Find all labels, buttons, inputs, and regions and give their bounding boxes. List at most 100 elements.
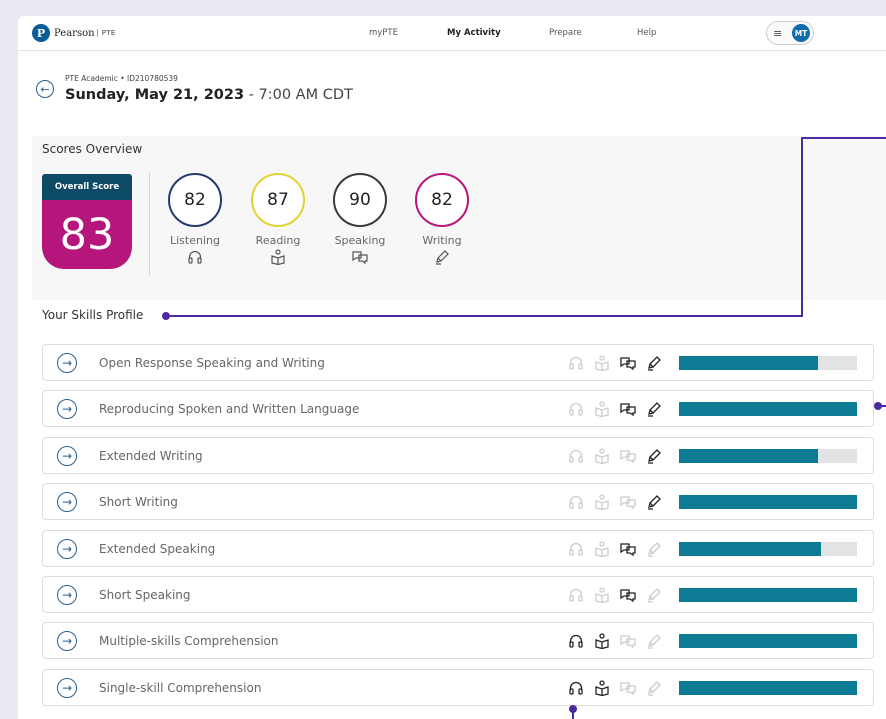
headphones-icon [565, 585, 587, 605]
skill-name: Single-skill Comprehension [99, 680, 262, 695]
annotation-line [880, 405, 886, 407]
speech-bubbles-icon [617, 492, 639, 512]
pen-icon [407, 249, 477, 267]
listening-score-circle: 82 [168, 173, 222, 227]
avatar: MT [792, 24, 810, 42]
arrow-right-icon[interactable]: → [57, 677, 77, 698]
book-reader-icon [591, 399, 613, 419]
speech-bubbles-icon [617, 539, 639, 559]
book-reader-icon [591, 539, 613, 559]
exam-date: Sunday, May 21, 2023 - 7:00 AM CDT [65, 87, 353, 103]
reading-label: Reading [255, 234, 301, 247]
skill-icons [565, 492, 669, 512]
score-bar [679, 634, 857, 649]
reading-score-circle: 87 [251, 173, 305, 227]
skill-name: Extended Speaking [99, 541, 216, 556]
nav-my-activity[interactable]: My Activity [447, 28, 501, 38]
speech-bubbles-icon [617, 446, 639, 466]
nav-help[interactable]: Help [637, 28, 656, 38]
book-reader-icon [591, 492, 613, 512]
arrow-right-icon[interactable]: → [57, 631, 77, 652]
skill-icons [565, 539, 669, 559]
scores-overview-title: Scores Overview [42, 142, 143, 156]
exam-time: - 7:00 AM CDT [244, 87, 353, 103]
skill-icons [565, 678, 669, 698]
score-bar-fill [679, 356, 818, 370]
score-bar [679, 402, 857, 417]
arrow-right-icon[interactable]: → [57, 445, 77, 466]
book-reader-icon [591, 353, 613, 373]
overall-score-badge: Overall Score 83 [42, 174, 132, 269]
skills-profile-row[interactable]: → Extended Writing [42, 436, 874, 474]
skill-speaking: 90 Speaking [325, 173, 395, 267]
exam-date-text: Sunday, May 21, 2023 [65, 87, 245, 103]
pen-icon [643, 492, 665, 512]
score-bar-fill [679, 402, 857, 417]
arrow-right-icon[interactable]: → [57, 585, 77, 605]
skills-profile-row[interactable]: → Reproducing Spoken and Written Language [42, 390, 874, 428]
skills-profile-row[interactable]: → Multiple-skills Comprehension [42, 622, 874, 660]
score-bar [679, 588, 857, 602]
headphones-icon [565, 678, 587, 698]
annotation-line [170, 315, 802, 317]
score-bar [679, 495, 857, 510]
score-bar [679, 541, 857, 556]
writing-score-circle: 82 [415, 173, 469, 227]
skill-name: Short Speaking [99, 588, 191, 602]
skills-profile-row[interactable]: → Short Speaking [42, 576, 874, 613]
speech-bubbles-icon [617, 678, 639, 698]
skill-writing: 82 Writing [407, 173, 477, 267]
speech-bubbles-icon [617, 631, 639, 651]
skill-name: Extended Writing [99, 448, 203, 463]
pen-icon [643, 631, 665, 651]
arrow-right-icon[interactable]: → [57, 399, 77, 420]
page: P Pearson | PTE myPTE My Activity Prepar… [18, 16, 886, 719]
annotation-dot [162, 312, 170, 320]
score-bar [679, 356, 857, 370]
skill-listening: 82 Listening [160, 173, 230, 267]
speech-bubbles-icon [325, 249, 395, 267]
skills-profile-row[interactable]: → Extended Speaking [42, 529, 874, 567]
skill-name: Open Response Speaking and Writing [99, 356, 325, 370]
account-menu-button[interactable]: ≡ MT [766, 21, 814, 45]
annotation-line [801, 137, 803, 317]
headphones-icon [160, 249, 230, 267]
headphones-icon [565, 492, 587, 512]
pearson-logo-icon: P [32, 24, 50, 42]
brand-name: Pearson [54, 27, 95, 39]
speaking-score-circle: 90 [333, 173, 387, 227]
book-reader-icon [591, 678, 613, 698]
arrow-right-icon[interactable]: → [57, 538, 77, 559]
skills-profile-title: Your Skills Profile [42, 308, 144, 322]
headphones-icon [565, 353, 587, 373]
exam-meta: PTE Academic • ID210780539 [65, 74, 178, 83]
pen-icon [643, 539, 665, 559]
headphones-icon [565, 539, 587, 559]
pen-icon [643, 678, 665, 698]
skill-icons [565, 446, 669, 466]
arrow-right-icon[interactable]: → [57, 492, 77, 513]
skill-name: Short Writing [99, 495, 178, 510]
overall-score-label: Overall Score [42, 174, 132, 200]
skill-reading: 87 Reading [243, 173, 313, 267]
nav-prepare[interactable]: Prepare [549, 28, 582, 38]
nav-mypte[interactable]: myPTE [369, 28, 398, 38]
pen-icon [643, 399, 665, 419]
pen-icon [643, 353, 665, 373]
arrow-right-icon[interactable]: → [57, 353, 77, 373]
book-reader-icon [591, 446, 613, 466]
skill-icons [565, 631, 669, 651]
skill-icons [565, 399, 669, 419]
score-bar-fill [679, 588, 857, 602]
pearson-logo[interactable]: P Pearson | PTE [32, 24, 116, 42]
skills-profile-row[interactable]: → Single-skill Comprehension [42, 668, 874, 706]
skills-profile-row[interactable]: → Open Response Speaking and Writing [42, 344, 874, 381]
book-reader-icon [243, 249, 313, 267]
overall-score-value: 83 [42, 200, 132, 269]
speech-bubbles-icon [617, 353, 639, 373]
back-arrow-icon[interactable]: ← [36, 80, 54, 98]
annotation-line [572, 709, 574, 719]
pen-icon [643, 446, 665, 466]
skills-profile-row[interactable]: → Short Writing [42, 483, 874, 521]
top-navigation-bar: P Pearson | PTE myPTE My Activity Prepar… [18, 16, 886, 51]
